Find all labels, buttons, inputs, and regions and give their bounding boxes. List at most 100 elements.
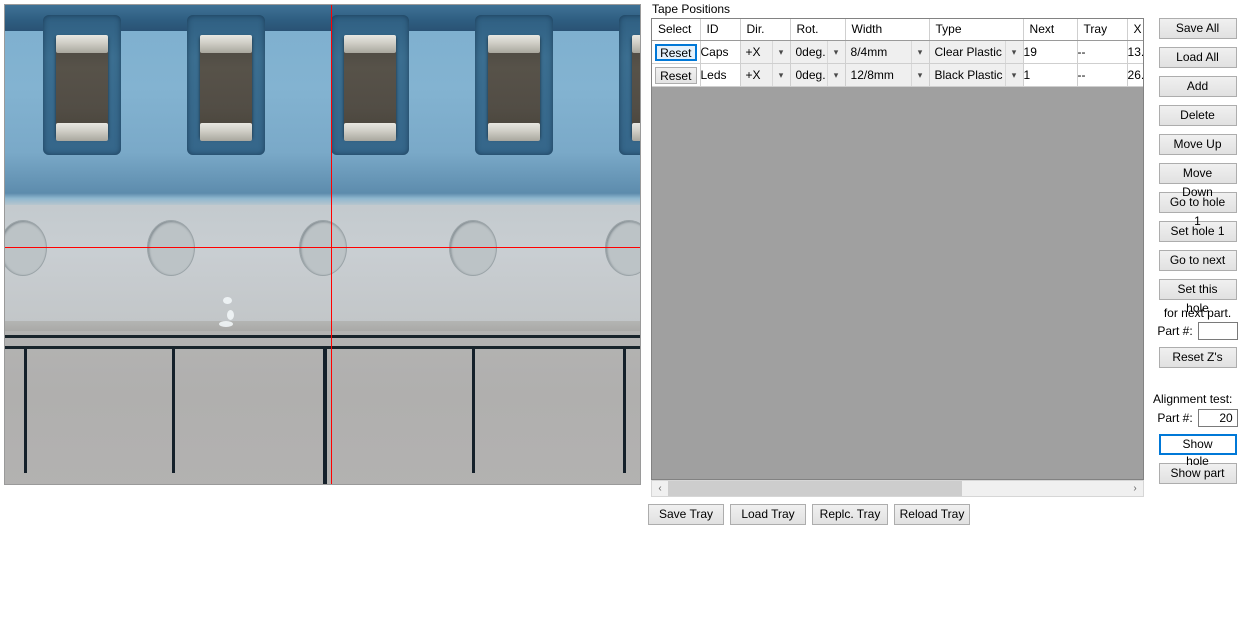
reload-tray-button[interactable]: Reload Tray	[894, 504, 970, 525]
dir-dropdown[interactable]: +X ▾	[740, 41, 790, 63]
smd-part	[632, 35, 640, 141]
move-up-button[interactable]: Move Up	[1158, 134, 1237, 155]
width-dropdown[interactable]: 12/8mm ▾	[845, 64, 929, 86]
scrollbar-track[interactable]	[668, 481, 1127, 496]
chevron-down-icon[interactable]: ▾	[910, 64, 929, 86]
column-header-width[interactable]: Width	[845, 19, 930, 41]
replace-tray-button[interactable]: Replc. Tray	[812, 504, 888, 525]
tape-pocket	[619, 15, 640, 155]
cell-width: 12/8mm ▾	[845, 63, 930, 87]
chevron-down-icon[interactable]: ▾	[771, 64, 790, 86]
tape-positions-grid[interactable]: Select ID Dir. Rot. Width Type Next Tray…	[651, 18, 1144, 480]
rot-value: 0deg.	[795, 68, 826, 82]
chevron-down-icon[interactable]: ▾	[826, 64, 845, 86]
tape-pocket	[331, 15, 409, 155]
part-terminal-top	[344, 35, 396, 53]
tape-shadow-band	[5, 321, 640, 331]
cell-width: 8/4mm ▾	[845, 40, 930, 64]
part-terminal-top	[200, 35, 252, 53]
ruler-tick	[623, 349, 626, 473]
rot-dropdown[interactable]: 0deg. ▾	[790, 64, 845, 86]
tape-pocket	[475, 15, 553, 155]
column-header-x[interactable]: X	[1127, 19, 1143, 41]
cell-x[interactable]: 26.1	[1127, 63, 1143, 87]
tape-edge-line	[5, 335, 640, 338]
save-tray-button[interactable]: Save Tray	[648, 504, 724, 525]
ruler-tick	[24, 349, 27, 473]
dir-dropdown[interactable]: +X ▾	[740, 64, 790, 86]
column-header-tray[interactable]: Tray	[1077, 19, 1128, 41]
tape-pocket	[187, 15, 265, 155]
chevron-down-icon[interactable]: ▾	[910, 41, 929, 63]
column-header-select[interactable]: Select	[652, 19, 701, 41]
cell-dir: +X ▾	[740, 40, 791, 64]
ruler-tick	[172, 349, 175, 473]
column-header-dir[interactable]: Dir.	[740, 19, 791, 41]
table-row[interactable]: Reset Caps +X ▾ 0deg. ▾ 8/4mm ▾ Clear Pl…	[652, 40, 1143, 64]
column-header-rot[interactable]: Rot.	[790, 19, 846, 41]
smd-part	[344, 35, 396, 141]
go-to-next-button[interactable]: Go to next	[1158, 250, 1237, 271]
set-this-hole-button[interactable]: Set this hole	[1158, 279, 1237, 315]
chevron-down-icon[interactable]: ▾	[826, 41, 845, 63]
chevron-down-icon[interactable]: ▾	[1004, 64, 1023, 86]
show-hole-button[interactable]: Show hole	[1158, 434, 1237, 468]
smd-part	[200, 35, 252, 141]
type-dropdown[interactable]: Clear Plastic ▾	[929, 41, 1023, 63]
alignment-part-input[interactable]	[1197, 409, 1238, 427]
cell-next[interactable]: 19	[1023, 40, 1078, 64]
scroll-left-icon[interactable]: ‹	[652, 481, 668, 496]
reset-button[interactable]: Reset	[655, 43, 697, 61]
load-tray-button[interactable]: Load Tray	[730, 504, 806, 525]
sprocket-hole	[147, 220, 195, 276]
cell-tray[interactable]: --	[1077, 40, 1128, 64]
crosshair-horizontal-line	[5, 247, 640, 248]
width-dropdown[interactable]: 8/4mm ▾	[845, 41, 929, 63]
save-all-button[interactable]: Save All	[1158, 18, 1237, 39]
cell-tray[interactable]: --	[1077, 63, 1128, 87]
load-all-button[interactable]: Load All	[1158, 47, 1237, 68]
tape-positions-window: Tape Positions Select ID Dir. Rot. Width…	[0, 0, 1249, 634]
delete-button[interactable]: Delete	[1158, 105, 1237, 126]
next-part-note: for next part.	[1163, 306, 1232, 320]
move-down-button[interactable]: Move Down	[1158, 163, 1237, 199]
cell-dir: +X ▾	[740, 63, 791, 87]
chevron-down-icon[interactable]: ▾	[1004, 41, 1023, 63]
dir-value: +X	[745, 68, 761, 82]
microscope-camera-view[interactable]	[4, 4, 641, 485]
rot-dropdown[interactable]: 0deg. ▾	[790, 41, 845, 63]
alignment-test-heading: Alignment test:	[1153, 392, 1233, 406]
cell-id[interactable]: Caps	[700, 40, 741, 64]
type-value: Clear Plastic	[934, 45, 1002, 59]
next-part-input[interactable]	[1197, 322, 1238, 340]
chevron-down-icon[interactable]: ▾	[771, 41, 790, 63]
column-header-type[interactable]: Type	[929, 19, 1024, 41]
part-terminal-top	[632, 35, 640, 53]
part-terminal-bottom	[56, 123, 108, 141]
panel-spacer	[1150, 376, 1245, 384]
set-hole-1-button[interactable]: Set hole 1	[1158, 221, 1237, 242]
show-part-button[interactable]: Show part	[1158, 463, 1237, 484]
column-header-next[interactable]: Next	[1023, 19, 1078, 41]
part-terminal-bottom	[344, 123, 396, 141]
type-dropdown[interactable]: Black Plastic ▾	[929, 64, 1023, 86]
reset-button[interactable]: Reset	[655, 66, 697, 84]
rot-value: 0deg.	[795, 45, 826, 59]
tray-button-row: Save Tray Load Tray Replc. Tray Reload T…	[648, 504, 970, 525]
scrollbar-thumb[interactable]	[668, 481, 962, 496]
next-part-field-row: Part #:	[1150, 322, 1245, 340]
column-header-id[interactable]: ID	[700, 19, 741, 41]
add-button[interactable]: Add	[1158, 76, 1237, 97]
width-value: 12/8mm	[850, 68, 894, 82]
cell-id[interactable]: Leds	[700, 63, 741, 87]
grid-horizontal-scrollbar[interactable]: ‹ ›	[651, 480, 1144, 497]
reset-zs-button[interactable]: Reset Z's	[1158, 347, 1237, 368]
table-row[interactable]: Reset Leds +X ▾ 0deg. ▾ 12/8mm ▾ Black P…	[652, 63, 1143, 87]
part-terminal-top	[56, 35, 108, 53]
tape-lip-band	[5, 193, 640, 205]
tape-pocket	[43, 15, 121, 155]
go-to-hole-1-button[interactable]: Go to hole 1	[1158, 192, 1237, 228]
cell-next[interactable]: 1	[1023, 63, 1078, 87]
cell-x[interactable]: 13.8	[1127, 40, 1143, 64]
scroll-right-icon[interactable]: ›	[1127, 481, 1143, 496]
